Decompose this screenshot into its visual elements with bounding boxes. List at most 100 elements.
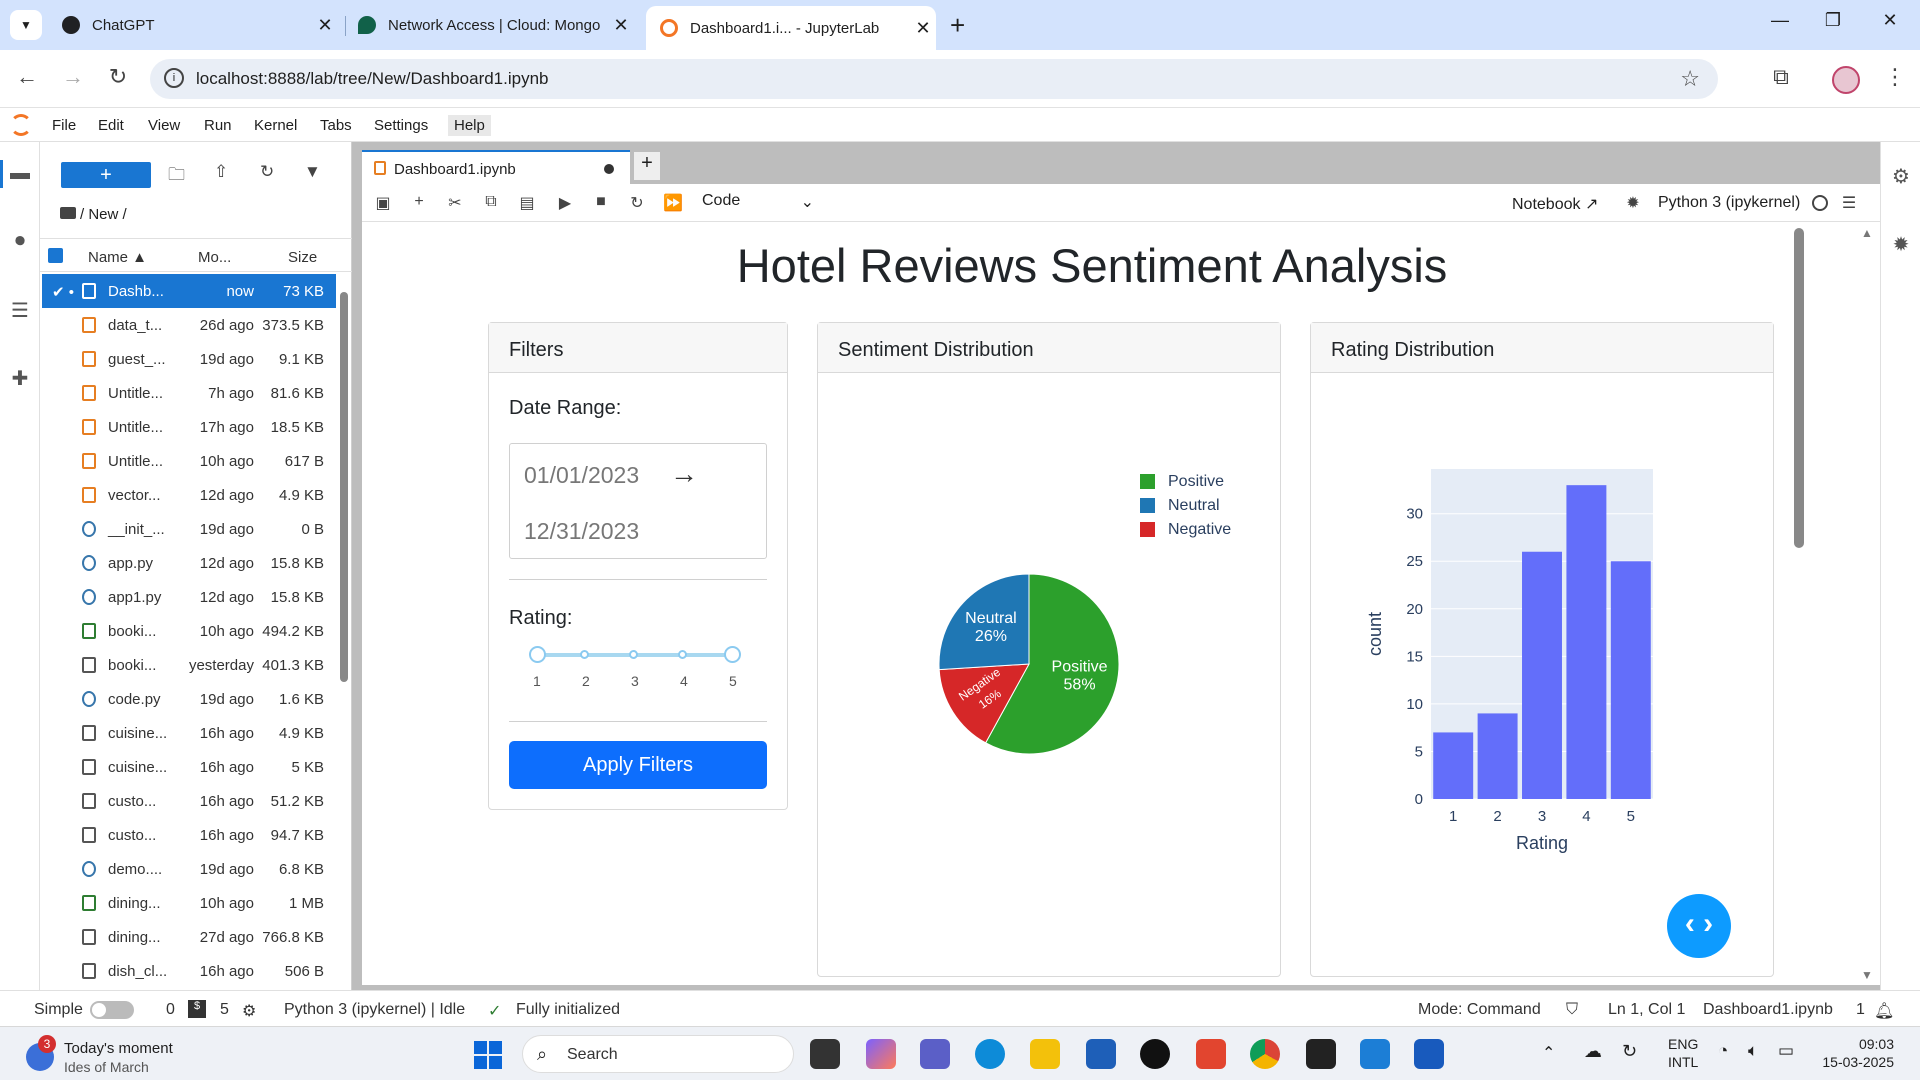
slider-handle-max[interactable] [724, 646, 741, 663]
file-row[interactable]: ✔ • Dashb... now 73 KB [42, 274, 336, 308]
file-row[interactable]: custo... 16h ago 51.2 KB [42, 784, 336, 818]
sync-icon[interactable]: ↻ [1622, 1041, 1637, 1062]
file-row[interactable]: code.py 19d ago 1.6 KB [42, 682, 336, 716]
store-icon[interactable] [1086, 1039, 1116, 1069]
rating-range-slider[interactable]: 1 2 3 4 5 [529, 643, 741, 693]
onedrive-icon[interactable]: ☁ [1584, 1041, 1602, 1062]
file-row[interactable]: demo.... 19d ago 6.8 KB [42, 852, 336, 886]
chrome-icon[interactable] [1250, 1039, 1280, 1069]
chevron-up-icon[interactable]: ⌃ [1542, 1043, 1555, 1063]
tab-jupyterlab[interactable]: Dashboard1.i... - JupyterLab ✕ [646, 6, 936, 50]
file-explorer-icon[interactable] [1030, 1039, 1060, 1069]
close-icon[interactable]: ✕ [910, 18, 936, 39]
copy-icon[interactable]: ⧉ [480, 193, 502, 211]
teams-icon[interactable] [920, 1039, 950, 1069]
bar-rating-2[interactable] [1477, 713, 1518, 799]
code-toggle-button[interactable]: ‹ › [1667, 894, 1731, 958]
filter-icon[interactable]: ▼ [304, 162, 321, 182]
edge-icon[interactable] [975, 1039, 1005, 1069]
folder-icon[interactable]: ▬ [8, 162, 32, 186]
close-icon[interactable]: ✕ [312, 15, 338, 36]
scroll-up-icon[interactable]: ▲ [1861, 226, 1873, 240]
menu-kernel[interactable]: Kernel [254, 117, 297, 134]
volume-icon[interactable]: 🔈︎ [1748, 1041, 1758, 1061]
slider-handle-min[interactable] [529, 646, 546, 663]
file-row[interactable]: booki... yesterday 401.3 KB [42, 648, 336, 682]
forward-icon[interactable]: → [58, 64, 88, 90]
extensions-puzzle-icon[interactable]: ✚ [8, 366, 32, 390]
vscode-icon[interactable] [1360, 1039, 1390, 1069]
menu-help[interactable]: Help [448, 115, 491, 136]
mode-status[interactable]: Mode: Command [1418, 1001, 1541, 1019]
legend-swatch-negative[interactable] [1140, 522, 1155, 537]
file-row[interactable]: Untitle... 17h ago 18.5 KB [42, 410, 336, 444]
apply-filters-button[interactable]: Apply Filters [509, 741, 767, 789]
back-icon[interactable]: ← [12, 64, 42, 90]
battery-icon[interactable]: ▭ [1778, 1041, 1794, 1061]
file-row[interactable]: dining... 10h ago 1 MB [42, 886, 336, 920]
tab-search-button[interactable]: ▼ [10, 10, 42, 40]
file-row[interactable]: cuisine... 16h ago 4.9 KB [42, 716, 336, 750]
notification-count[interactable]: 1 [1856, 1001, 1865, 1019]
date-range-picker[interactable]: 01/01/2023 → 12/31/2023 [509, 443, 767, 559]
terminal-count[interactable]: 0 [166, 1001, 175, 1019]
unsaved-dot-icon[interactable] [604, 164, 614, 174]
file-row[interactable]: Untitle... 10h ago 617 B [42, 444, 336, 478]
select-all-checkbox[interactable] [48, 248, 63, 263]
cut-icon[interactable]: ✂ [444, 193, 466, 213]
file-row[interactable]: app1.py 12d ago 15.8 KB [42, 580, 336, 614]
file-row[interactable]: cuisine... 16h ago 5 KB [42, 750, 336, 784]
column-modified[interactable]: Mo... [198, 249, 231, 266]
file-row[interactable]: Untitle... 7h ago 81.6 KB [42, 376, 336, 410]
new-launcher-button[interactable]: + [61, 162, 151, 188]
file-row[interactable]: app.py 12d ago 15.8 KB [42, 546, 336, 580]
url-text[interactable]: localhost:8888/lab/tree/New/Dashboard1.i… [196, 69, 549, 89]
tab-mongodb[interactable]: Network Access | Cloud: Mongo ✕ [344, 8, 634, 42]
notebook-scrollbar[interactable] [1794, 228, 1804, 548]
wps-icon[interactable] [1196, 1039, 1226, 1069]
save-icon[interactable]: ▣ [372, 193, 394, 213]
bell-icon[interactable]: 🔔︎ [1874, 1001, 1894, 1021]
new-tab-button[interactable]: + [950, 10, 965, 41]
tab-chatgpt[interactable]: ChatGPT ✕ [48, 8, 338, 42]
news-widget[interactable]: 3 Today's moment Ides of March [26, 1035, 206, 1075]
column-size[interactable]: Size [288, 249, 317, 266]
refresh-icon[interactable]: ↻ [260, 162, 274, 182]
address-bar[interactable]: i localhost:8888/lab/tree/New/Dashboard1… [150, 59, 1718, 99]
paste-icon[interactable]: ▤ [516, 193, 538, 213]
menu-icon[interactable]: ☰ [1838, 193, 1860, 213]
toc-icon[interactable]: ☰ [8, 298, 32, 322]
debugger-icon[interactable]: ✹ [1889, 232, 1913, 256]
site-info-icon[interactable]: i [164, 68, 184, 88]
language-indicator[interactable]: ENG INTL [1668, 1035, 1698, 1071]
file-list-scrollbar[interactable] [340, 292, 348, 682]
taskview-icon[interactable] [810, 1039, 840, 1069]
new-folder-icon[interactable]: 🗀 [168, 162, 185, 191]
minimize-icon[interactable]: — [1765, 10, 1795, 31]
menu-settings[interactable]: Settings [374, 117, 428, 134]
run-icon[interactable]: ▶ [554, 193, 576, 213]
file-row[interactable]: dish_cl... 16h ago 506 B [42, 954, 336, 984]
close-icon[interactable]: ✕ [608, 15, 634, 36]
terminal-app-icon[interactable] [1306, 1039, 1336, 1069]
file-row[interactable]: data_t... 26d ago 373.5 KB [42, 308, 336, 342]
clock[interactable]: 09:03 15-03-2025 [1820, 1035, 1894, 1071]
file-row[interactable]: booki... 10h ago 494.2 KB [42, 614, 336, 648]
cell-type-select[interactable]: Code ⌄ [702, 192, 814, 211]
word-icon[interactable] [1414, 1039, 1444, 1069]
file-row[interactable]: vector... 12d ago 4.9 KB [42, 478, 336, 512]
restart-icon[interactable]: ↻ [626, 193, 648, 213]
wifi-icon[interactable]: ◔ [1718, 1041, 1728, 1061]
menu-file[interactable]: File [52, 117, 76, 134]
profile-avatar[interactable] [1832, 66, 1860, 94]
menu-edit[interactable]: Edit [98, 117, 124, 134]
bar-rating-5[interactable] [1610, 561, 1651, 799]
upload-icon[interactable]: ⇧ [214, 162, 228, 182]
add-tab-button[interactable]: + [634, 152, 660, 180]
checkbox-icon[interactable]: ✔ • [52, 283, 74, 301]
simple-mode-toggle[interactable] [90, 1001, 134, 1019]
debugger-icon[interactable]: ✹ [1622, 193, 1644, 213]
folder-icon[interactable] [60, 207, 76, 219]
kernel-status[interactable]: Python 3 (ipykernel) | Idle [284, 1001, 465, 1019]
close-window-icon[interactable]: ✕ [1875, 10, 1905, 31]
